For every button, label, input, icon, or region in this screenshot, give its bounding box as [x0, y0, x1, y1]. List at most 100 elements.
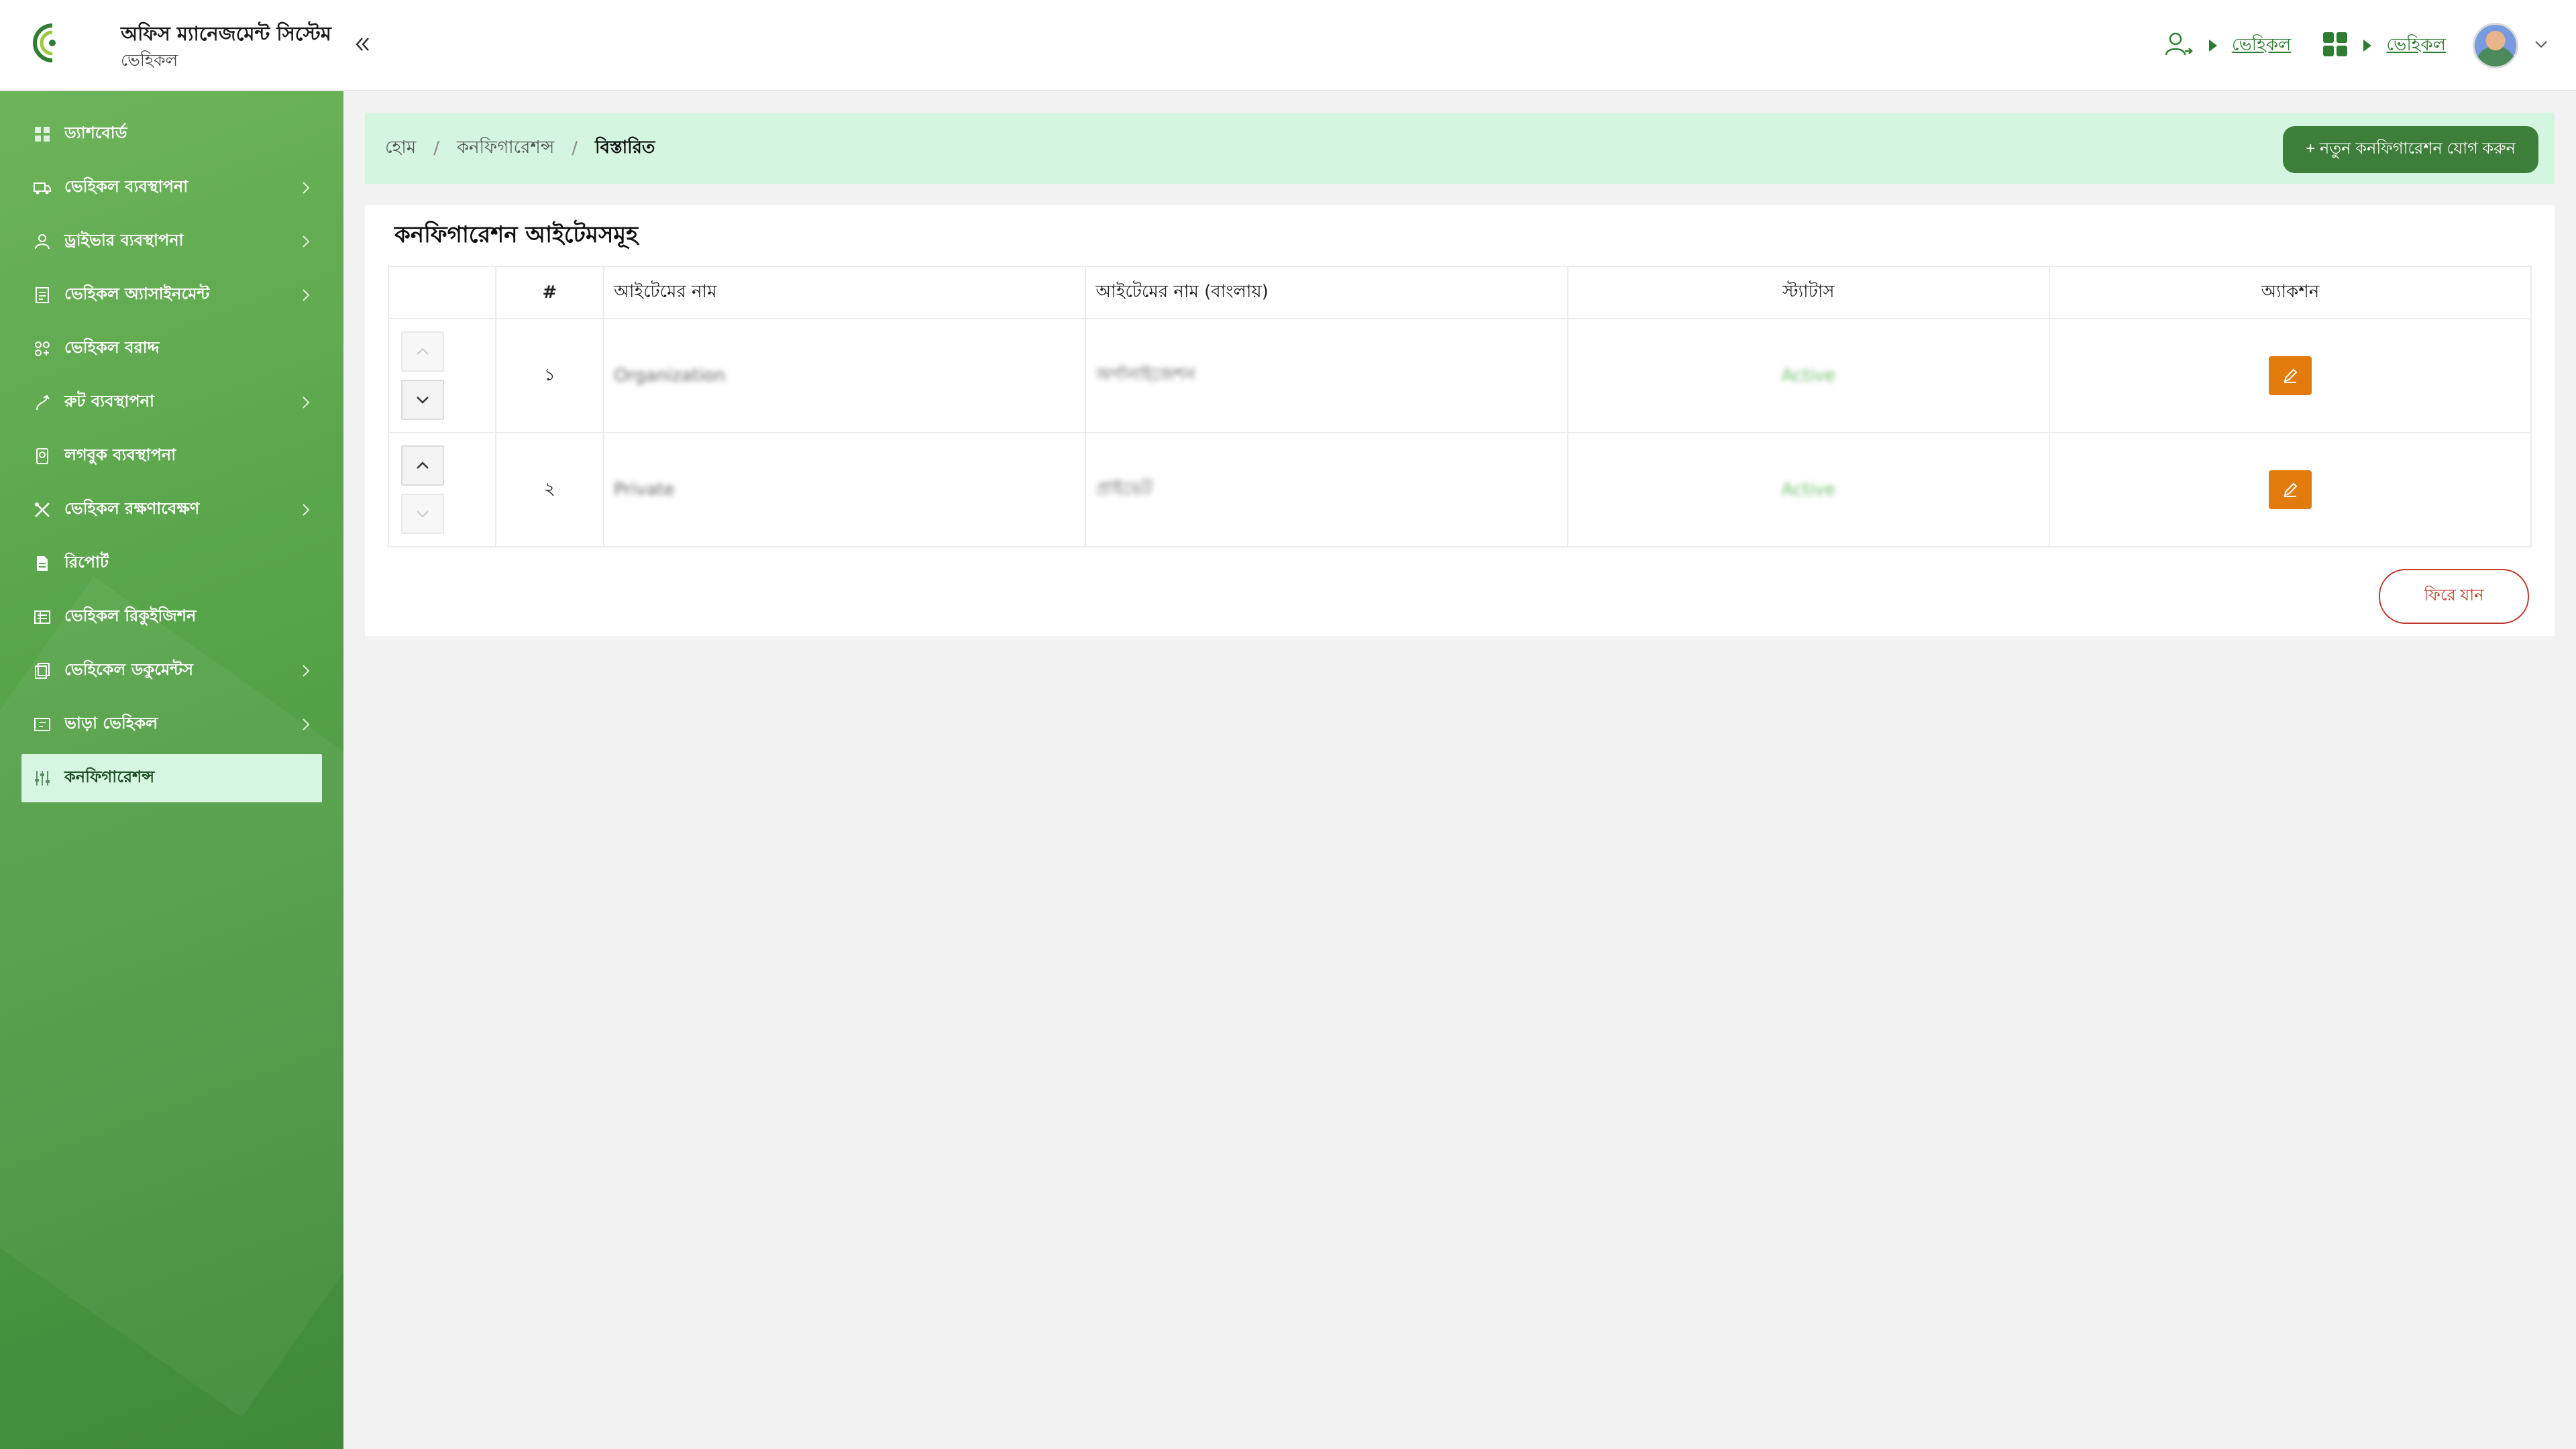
- chevron-right-icon: [303, 504, 310, 516]
- logbook-icon: [32, 446, 52, 466]
- sidebar-item-label: কনফিগারেশন্স: [64, 767, 155, 786]
- column-header-order: [388, 266, 496, 319]
- configuration-items-card: কনফিগারেশন আইটেমসমূহ # আইটেমের নাম আইটেম…: [365, 205, 2555, 636]
- sidebar-item-label: ভেহিকেল ডকুমেন্টস: [64, 660, 193, 679]
- sidebar-item-driver-management[interactable]: ড্রাইভার ব্যবস্থাপনা: [21, 217, 322, 266]
- edit-button[interactable]: [2268, 470, 2312, 509]
- report-icon: [32, 553, 52, 574]
- header-vehicle-link-1[interactable]: ভেহিকল: [2232, 31, 2292, 60]
- user-avatar[interactable]: [2473, 23, 2518, 68]
- rent-icon: [32, 714, 52, 735]
- breadcrumb: হোম / কনফিগারেশন্স / বিস্তারিত + নতুন কন…: [365, 113, 2555, 184]
- chevron-right-icon: [303, 396, 310, 409]
- sidebar-item-label: রিপোর্ট: [64, 553, 109, 572]
- sidebar-item-label: ভেহিকল রিকুইজিশন: [64, 606, 197, 625]
- sidebar-item-vehicle-documents[interactable]: ভেহিকেল ডকুমেন্টস: [21, 647, 322, 695]
- app-subtitle: ভেহিকল: [121, 50, 178, 70]
- allocation-icon: [32, 339, 52, 359]
- table-row: ১ Organization অর্গানাইজেশন Active: [388, 318, 2532, 433]
- chevron-down-icon: [417, 511, 429, 518]
- sidebar-item-vehicle-management[interactable]: ভেহিকল ব্যবস্থাপনা: [21, 164, 322, 212]
- breadcrumb-separator: /: [572, 138, 578, 158]
- sidebar-item-report[interactable]: রিপোর্ট: [21, 539, 322, 588]
- user-switch-icon[interactable]: [2162, 28, 2194, 63]
- caret-right-icon: [2208, 40, 2217, 52]
- column-header-item-name: আইটেমের নাম: [603, 266, 1087, 319]
- requisition-icon: [32, 607, 52, 627]
- move-down-button[interactable]: [401, 494, 444, 534]
- chevron-down-icon[interactable]: [2533, 36, 2549, 55]
- column-header-action: অ্যাকশন: [2048, 266, 2532, 319]
- sidebar-item-configurations[interactable]: কনফিগারেশন্স: [21, 754, 322, 802]
- route-icon: [32, 392, 52, 413]
- sidebar-item-label: ড্যাশবোর্ড: [64, 123, 127, 142]
- breadcrumb-separator: /: [433, 138, 439, 158]
- sidebar-nav: ড্যাশবোর্ড ভেহিকল ব্যবস্থাপনা ড্রাইভার ব…: [0, 91, 343, 802]
- table-header-row: # আইটেমের নাম আইটেমের নাম (বাংলায়) স্ট্…: [388, 266, 2532, 319]
- sidebar-item-label: ভেহিকল ব্যবস্থাপনা: [64, 177, 189, 196]
- caret-right-icon: [2363, 40, 2372, 52]
- collapse-sidebar-button[interactable]: [349, 31, 376, 58]
- move-up-button[interactable]: [401, 445, 444, 486]
- chevron-up-icon: [417, 462, 429, 469]
- sidebar-item-vehicle-assignment[interactable]: ভেহিকল অ্যাসাইনমেন্ট: [21, 271, 322, 319]
- wrench-icon: [32, 500, 52, 520]
- back-button[interactable]: ফিরে যান: [2379, 569, 2529, 624]
- sidebar-item-label: ভেহিকল বরাদ্দ: [64, 338, 160, 357]
- status-badge: Active: [1781, 366, 1836, 386]
- sidebar-item-vehicle-allocation[interactable]: ভেহিকল বরাদ্দ: [21, 325, 322, 373]
- move-up-button[interactable]: [401, 331, 444, 372]
- sidebar-item-label: ভাড়া ভেহিকল: [64, 714, 158, 733]
- header-actions: ভেহিকল ভেহিকল: [2162, 20, 2549, 71]
- sidebar-item-label: রুট ব্যবস্থাপনা: [64, 392, 154, 411]
- sidebar-item-dashboard[interactable]: ড্যাশবোর্ড: [21, 110, 322, 158]
- double-chevron-left-icon: [356, 38, 369, 51]
- sidebar-item-vehicle-maintenance[interactable]: ভেহিকল রক্ষণাবেক্ষণ: [21, 486, 322, 534]
- column-header-number: #: [494, 266, 605, 319]
- chevron-right-icon: [303, 182, 310, 194]
- add-configuration-button[interactable]: + নতুন কনফিগারেশন যোগ করুন: [2283, 126, 2538, 173]
- chevron-right-icon: [303, 235, 310, 248]
- sidebar-item-rent-vehicle[interactable]: ভাড়া ভেহিকল: [21, 700, 322, 749]
- edit-button[interactable]: [2268, 356, 2312, 395]
- breadcrumb-current: বিস্তারিত: [595, 138, 655, 158]
- column-header-status: স্ট্যাটাস: [1566, 266, 2050, 319]
- pencil-icon: [2284, 368, 2298, 383]
- sidebar-item-label: লগবুক ব্যবস্থাপনা: [64, 445, 176, 464]
- sidebar-item-logbook-management[interactable]: লগবুক ব্যবস্থাপনা: [21, 432, 322, 480]
- breadcrumb-home[interactable]: হোম: [385, 133, 416, 163]
- chevron-right-icon: [303, 665, 310, 677]
- header-vehicle-link-2[interactable]: ভেহিকল: [2386, 31, 2446, 60]
- row-number: ১: [494, 318, 605, 433]
- car-icon: [32, 178, 52, 198]
- item-name: Private: [614, 480, 675, 500]
- config-icon: [32, 768, 52, 788]
- move-down-button[interactable]: [401, 380, 444, 420]
- pencil-icon: [2284, 482, 2298, 497]
- sidebar-item-vehicle-requisition[interactable]: ভেহিকল রিকুইজিশন: [21, 593, 322, 641]
- breadcrumb-configurations[interactable]: কনফিগারেশন্স: [457, 133, 554, 163]
- status-badge: Active: [1781, 480, 1836, 500]
- driver-icon: [32, 231, 52, 252]
- brra-logo: [30, 19, 97, 72]
- documents-icon: [32, 661, 52, 681]
- sidebar-item-label: ভেহিকল রক্ষণাবেক্ষণ: [64, 499, 200, 518]
- assignment-icon: [32, 285, 52, 305]
- item-name-bn: প্রাইভেট: [1095, 479, 1152, 499]
- order-controls: [388, 318, 496, 433]
- item-name: Organization: [614, 366, 726, 386]
- sidebar: ড্যাশবোর্ড ভেহিকল ব্যবস্থাপনা ড্রাইভার ব…: [0, 91, 343, 1449]
- top-header: অফিস ম্যানেজমেন্ট সিস্টেম ভেহিকল ভেহিকল …: [0, 0, 2576, 91]
- chevron-right-icon: [303, 718, 310, 731]
- sidebar-item-route-management[interactable]: রুট ব্যবস্থাপনা: [21, 378, 322, 427]
- item-name-bn: অর্গানাইজেশন: [1095, 365, 1195, 385]
- card-title: কনফিগারেশন আইটেমসমূহ: [394, 221, 639, 248]
- sidebar-item-label: ভেহিকল অ্যাসাইনমেন্ট: [64, 284, 210, 303]
- chevron-right-icon: [303, 289, 310, 301]
- chevron-down-icon: [417, 396, 429, 404]
- configuration-items-table: # আইটেমের নাম আইটেমের নাম (বাংলায়) স্ট্…: [388, 266, 2532, 547]
- order-controls: [388, 432, 496, 547]
- table-row: ২ Private প্রাইভেট Active: [388, 432, 2532, 547]
- dashboard-icon: [32, 124, 52, 144]
- apps-grid-icon[interactable]: [2322, 31, 2349, 60]
